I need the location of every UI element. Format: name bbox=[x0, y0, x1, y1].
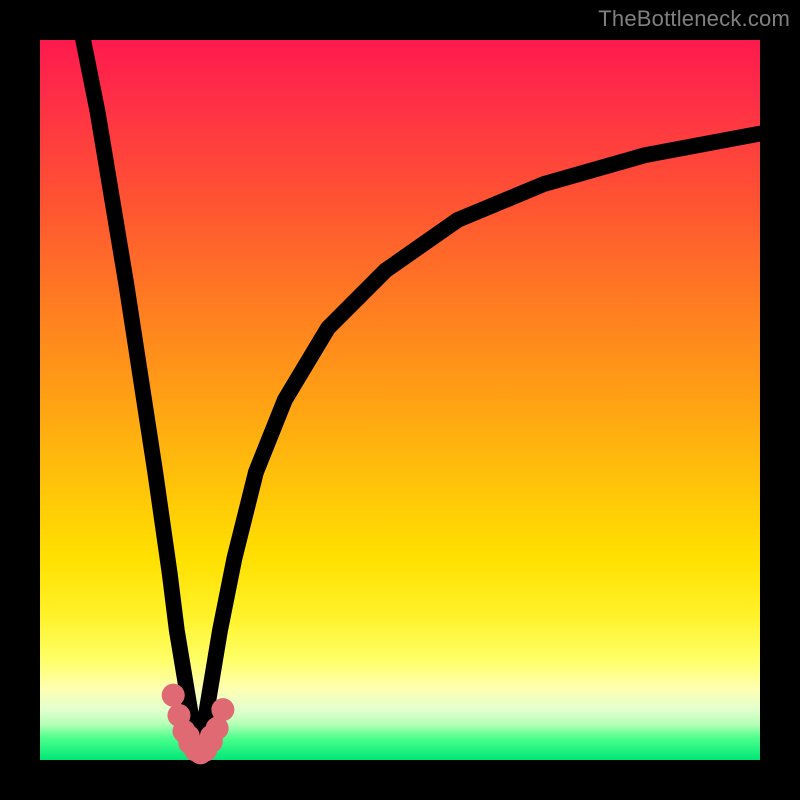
attribution-text: TheBottleneck.com bbox=[598, 6, 790, 32]
plot-area bbox=[40, 40, 760, 760]
marker-dot bbox=[211, 698, 234, 721]
curve-right-branch bbox=[198, 134, 760, 760]
marker-dot bbox=[200, 725, 223, 748]
figure-frame: TheBottleneck.com bbox=[0, 0, 800, 800]
curve-layer bbox=[40, 40, 760, 760]
curve-left-branch bbox=[83, 40, 198, 760]
marker-dot bbox=[162, 684, 185, 707]
